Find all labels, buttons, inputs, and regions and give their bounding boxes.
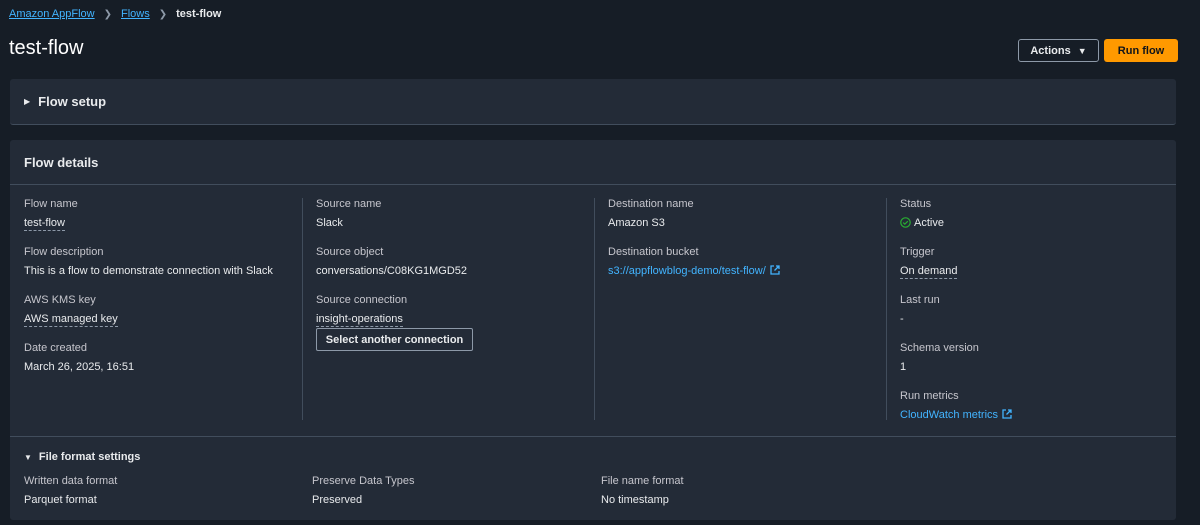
flow-description-label: Flow description <box>24 246 104 258</box>
breadcrumb-appflow[interactable]: Amazon AppFlow <box>9 8 95 20</box>
status-field: Status Active <box>900 198 944 231</box>
preserve-types-field: Preserve Data Types Preserved <box>312 475 415 506</box>
written-format-label: Written data format <box>24 475 118 487</box>
last-run-label: Last run <box>900 294 940 306</box>
breadcrumb-flows[interactable]: Flows <box>121 8 150 20</box>
flow-description-field: Flow description This is a flow to demon… <box>24 246 273 277</box>
status-value: Active <box>914 217 944 229</box>
run-flow-button[interactable]: Run flow <box>1104 39 1178 62</box>
written-format-value: Parquet format <box>24 494 97 506</box>
run-metrics-label: Run metrics <box>900 390 959 402</box>
run-metrics-value[interactable]: CloudWatch metrics <box>900 409 998 421</box>
trigger-field: Trigger On demand <box>900 246 958 279</box>
date-created-field: Date created March 26, 2025, 16:51 <box>24 342 134 373</box>
source-name-field: Source name Slack <box>316 198 381 229</box>
date-created-label: Date created <box>24 342 87 354</box>
chevron-right-icon: ❯ <box>158 8 168 20</box>
column-divider <box>886 198 887 420</box>
kms-key-field: AWS KMS key AWS managed key <box>24 294 118 327</box>
destination-bucket-field: Destination bucket s3://appflowblog-demo… <box>608 246 780 278</box>
file-format-toggle[interactable]: ▼ File format settings <box>24 451 140 463</box>
external-link-icon <box>770 265 780 278</box>
file-name-format-label: File name format <box>601 475 684 487</box>
date-created-value: March 26, 2025, 16:51 <box>24 361 135 373</box>
flow-details-panel: Flow details Flow name test-flow Flow de… <box>10 140 1176 520</box>
kms-key-label: AWS KMS key <box>24 294 96 306</box>
source-name-label: Source name <box>316 198 382 210</box>
flow-name-label: Flow name <box>24 198 78 210</box>
page-title: test-flow <box>9 37 84 59</box>
written-format-field: Written data format Parquet format <box>24 475 117 506</box>
flow-setup-toggle[interactable]: ▶ Flow setup <box>24 94 106 109</box>
file-name-format-field: File name format No timestamp <box>601 475 684 506</box>
actions-label: Actions <box>1030 44 1071 57</box>
schema-version-value: 1 <box>900 361 907 373</box>
run-metrics-field: Run metrics CloudWatch metrics <box>900 390 1012 422</box>
schema-version-field: Schema version 1 <box>900 342 979 373</box>
select-another-connection-button[interactable]: Select another connection <box>316 328 473 351</box>
preserve-types-label: Preserve Data Types <box>312 475 415 487</box>
source-object-value: conversations/C08KG1MGD52 <box>316 265 468 277</box>
kms-key-value[interactable]: AWS managed key <box>24 313 118 327</box>
status-label: Status <box>900 198 932 210</box>
caret-down-icon: ▼ <box>1077 45 1087 56</box>
last-run-field: Last run - <box>900 294 940 325</box>
section-divider <box>10 436 1176 437</box>
flow-name-value[interactable]: test-flow <box>24 217 65 231</box>
file-name-format-value: No timestamp <box>601 494 669 506</box>
caret-down-icon: ▼ <box>24 452 32 462</box>
source-object-field: Source object conversations/C08KG1MGD52 <box>316 246 467 277</box>
breadcrumb-current: test-flow <box>176 8 222 20</box>
schema-version-label: Schema version <box>900 342 979 354</box>
destination-name-value: Amazon S3 <box>608 217 665 229</box>
trigger-label: Trigger <box>900 246 935 258</box>
destination-bucket-label: Destination bucket <box>608 246 699 258</box>
column-divider <box>594 198 595 420</box>
flow-setup-title: Flow setup <box>38 94 107 109</box>
destination-name-label: Destination name <box>608 198 694 210</box>
check-circle-icon <box>900 217 911 231</box>
chevron-right-icon: ❯ <box>103 8 112 20</box>
external-link-icon <box>1002 409 1012 422</box>
trigger-value[interactable]: On demand <box>900 265 958 279</box>
source-object-label: Source object <box>316 246 384 258</box>
source-connection-field: Source connection insight-operations <box>316 294 408 327</box>
breadcrumb: Amazon AppFlow ❯ Flows ❯ test-flow <box>9 8 221 20</box>
flow-description-value: This is a flow to demonstrate connection… <box>24 265 273 277</box>
source-connection-label: Source connection <box>316 294 408 306</box>
destination-name-field: Destination name Amazon S3 <box>608 198 694 229</box>
actions-button[interactable]: Actions ▼ <box>1018 39 1099 62</box>
file-format-title: File format settings <box>38 451 141 463</box>
flow-name-field: Flow name test-flow <box>24 198 78 231</box>
run-metrics-link[interactable]: CloudWatch metrics <box>900 409 1012 422</box>
caret-right-icon: ▶ <box>24 97 31 106</box>
last-run-value: - <box>900 313 904 325</box>
destination-bucket-link[interactable]: s3://appflowblog-demo/test-flow/ <box>608 265 780 278</box>
flow-setup-panel: ▶ Flow setup <box>10 79 1176 125</box>
source-name-value: Slack <box>316 217 343 229</box>
status-badge: Active <box>900 217 944 231</box>
destination-bucket-value[interactable]: s3://appflowblog-demo/test-flow/ <box>608 265 766 277</box>
preserve-types-value: Preserved <box>312 494 363 506</box>
column-divider <box>302 198 303 420</box>
flow-details-title: Flow details <box>10 140 1176 185</box>
source-connection-value[interactable]: insight-operations <box>316 313 403 327</box>
